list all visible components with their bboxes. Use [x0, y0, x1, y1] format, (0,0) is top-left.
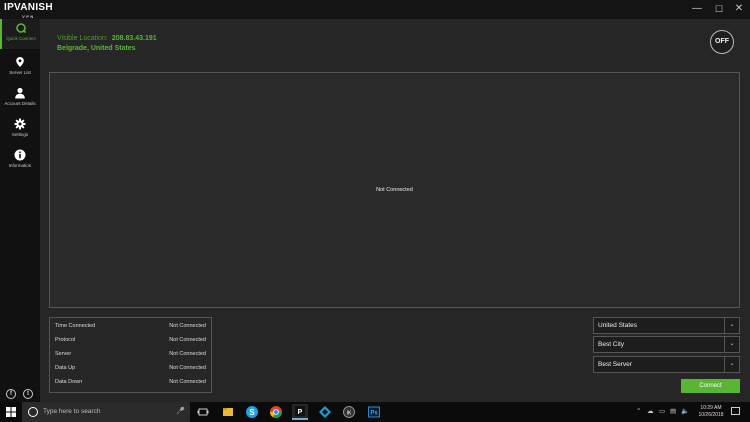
facebook-icon[interactable]: f: [6, 389, 16, 399]
system-clock[interactable]: 10:29 AM 10/26/2018: [693, 405, 729, 419]
connect-button[interactable]: Connect: [681, 379, 740, 393]
microphone-icon[interactable]: 🎤: [176, 407, 185, 415]
chevron-down-icon[interactable]: ⌄: [724, 357, 739, 372]
sidebar-item-label: Quick Connect: [6, 36, 36, 41]
title-bar: IPVANISH VPN — ☐ ✕: [0, 0, 750, 19]
connection-stats-panel: Time Connected Not Connected Protocol No…: [49, 317, 212, 393]
windows-logo-icon: [6, 407, 16, 417]
battery-icon[interactable]: ▭: [659, 407, 665, 415]
stat-value: Not Connected: [169, 379, 206, 385]
stat-value: Not Connected: [169, 337, 206, 343]
sidebar-item-quick-connect[interactable]: Quick Connect: [0, 19, 40, 49]
ipvanish-logo: IPVANISH VPN: [4, 2, 53, 19]
info-icon: [14, 149, 26, 161]
server-select[interactable]: Best Server ⌄: [593, 356, 740, 373]
stat-label: Time Connected: [55, 323, 96, 329]
stat-label: Data Up: [55, 365, 76, 371]
svg-text:IK: IK: [347, 411, 352, 417]
chevron-down-icon[interactable]: ⌄: [724, 318, 739, 333]
visible-location-city: Belgrade, United States: [57, 45, 136, 52]
network-icon[interactable]: ▤: [670, 407, 676, 415]
clock-date: 10/26/2018: [698, 412, 724, 418]
stat-row: Data Up Not Connected: [55, 365, 206, 375]
sidebar-item-account-details[interactable]: Account Details: [0, 84, 40, 114]
taskbar-search-box[interactable]: Type here to search 🎤: [22, 402, 190, 422]
quick-connect-icon: [16, 23, 27, 34]
maximize-button[interactable]: ☐: [708, 0, 730, 19]
stat-label: Protocol: [55, 337, 76, 343]
clock-time: 10:29 AM: [700, 405, 722, 411]
map-pin-icon: [16, 57, 24, 67]
sidebar: Quick Connect Server List Account Detail…: [0, 19, 40, 402]
user-icon: [15, 87, 25, 99]
chevron-up-icon[interactable]: ⌃: [636, 407, 641, 415]
visible-ip: 208.83.43.191: [111, 35, 157, 42]
sidebar-item-label: Account Details: [4, 101, 36, 106]
chrome-icon[interactable]: [268, 404, 284, 420]
sidebar-item-label: Settings: [11, 132, 29, 137]
stat-value: Not Connected: [169, 365, 206, 371]
sidebar-item-label: Information: [8, 163, 32, 168]
minimize-button[interactable]: —: [686, 0, 708, 19]
windows-start-button[interactable]: [0, 402, 22, 422]
country-select-value: United States: [598, 322, 638, 329]
chevron-down-icon[interactable]: ⌄: [724, 337, 739, 352]
cloud-icon[interactable]: ☁: [647, 407, 654, 415]
stat-row: Server Not Connected: [55, 351, 206, 361]
stat-value: Not Connected: [169, 323, 206, 329]
taskbar: Type here to search 🎤 S P IK Ps ⌃ ☁ ▭ ▤ …: [0, 402, 750, 422]
twitter-icon[interactable]: t: [23, 389, 33, 399]
kodi-icon[interactable]: [317, 404, 333, 420]
task-view-icon[interactable]: [195, 404, 211, 420]
stat-row: Data Down Not Connected: [55, 379, 206, 389]
stat-value: Not Connected: [169, 351, 206, 357]
close-button[interactable]: ✕: [728, 0, 750, 19]
sidebar-item-server-list[interactable]: Server List: [0, 53, 40, 83]
sidebar-item-information[interactable]: Information: [0, 146, 40, 176]
stat-row: Protocol Not Connected: [55, 337, 206, 347]
gear-icon: [14, 118, 26, 130]
graph-status-message: Not Connected: [376, 187, 413, 193]
svg-text:P: P: [298, 409, 303, 416]
country-select[interactable]: United States ⌄: [593, 317, 740, 334]
ipvanish-taskbar-icon[interactable]: P: [292, 404, 308, 420]
svg-text:S: S: [249, 408, 255, 417]
photoshop-icon[interactable]: Ps: [366, 404, 382, 420]
search-placeholder: Type here to search: [43, 408, 101, 415]
sidebar-item-label: Server List: [9, 70, 31, 75]
visible-location: Visible Location: 208.83.43.191: [57, 35, 157, 42]
logo-text: IPVANISH: [4, 2, 53, 13]
app-icon[interactable]: IK: [341, 404, 357, 420]
stat-row: Time Connected Not Connected: [55, 323, 206, 333]
city-select[interactable]: Best City ⌄: [593, 336, 740, 353]
volume-icon[interactable]: 🔈: [681, 407, 689, 415]
connection-graph: Not Connected: [49, 72, 740, 308]
server-select-value: Best Server: [598, 361, 632, 368]
skype-icon[interactable]: S: [244, 404, 260, 420]
file-explorer-icon[interactable]: [220, 404, 236, 420]
vpn-toggle-button[interactable]: OFF: [710, 30, 734, 54]
sidebar-item-settings[interactable]: Settings: [0, 115, 40, 145]
visible-location-label: Visible Location:: [57, 35, 108, 42]
stat-label: Server: [55, 351, 72, 357]
city-select-value: Best City: [598, 341, 625, 348]
stat-label: Data Down: [55, 379, 83, 385]
cortana-icon: [28, 407, 38, 417]
svg-text:Ps: Ps: [370, 411, 378, 417]
main-panel: Visible Location: 208.83.43.191 Belgrade,…: [40, 19, 750, 402]
notification-icon[interactable]: [731, 407, 740, 415]
